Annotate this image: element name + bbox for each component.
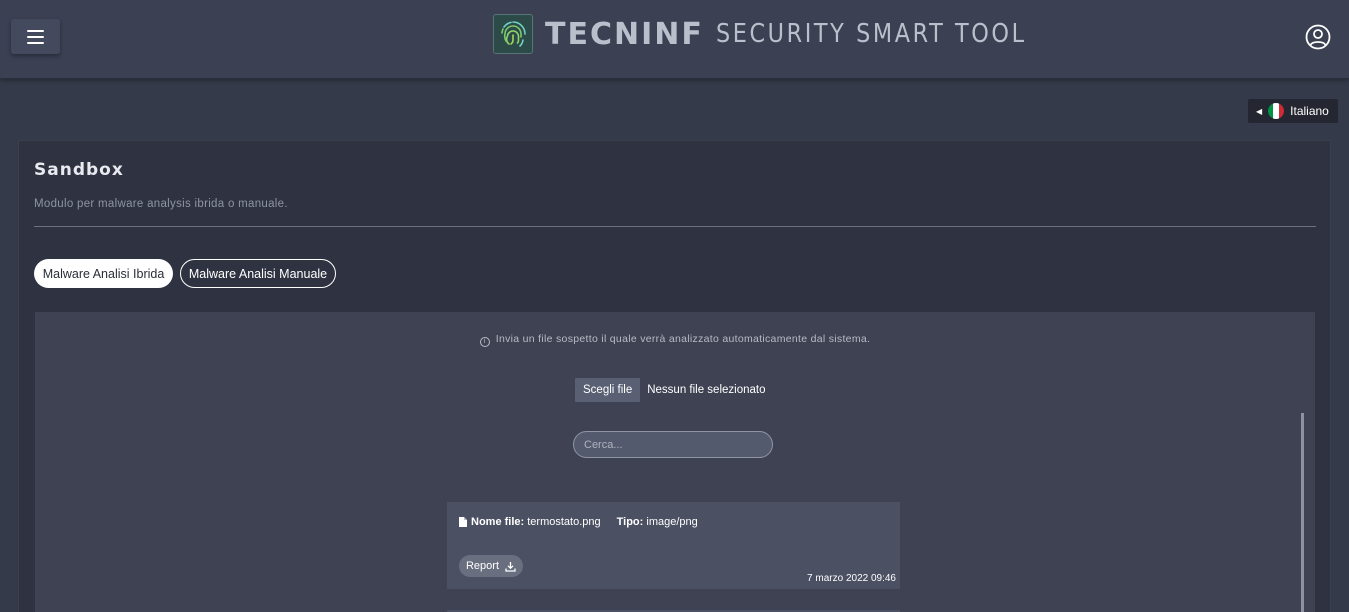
scrollbar[interactable]: [1301, 413, 1304, 612]
report-download-button[interactable]: Report: [459, 555, 523, 577]
fingerprint-icon: [493, 14, 533, 54]
tab-malware-analisi-ibrida[interactable]: Malware Analisi Ibrida: [34, 259, 173, 288]
page-subtitle: Modulo per malware analysis ibrida o man…: [34, 198, 288, 210]
user-circle-icon[interactable]: [1305, 24, 1331, 50]
file-status: Nessun file selezionato: [647, 384, 766, 396]
tab-malware-analisi-manuale[interactable]: Malware Analisi Manuale: [180, 259, 336, 288]
download-icon: [505, 561, 516, 572]
sandbox-card: Sandbox Modulo per malware analysis ibri…: [18, 140, 1331, 612]
language-selector[interactable]: ◀ Italiano: [1248, 99, 1338, 123]
file-picker: Scegli file Nessun file selezionato: [575, 378, 765, 402]
italy-flag-icon: [1268, 103, 1285, 119]
brand-name: TECNINF: [545, 16, 704, 52]
file-type-label: Tipo:: [616, 516, 644, 528]
choose-file-button[interactable]: Scegli file: [575, 378, 641, 402]
language-label: Italiano: [1290, 104, 1329, 118]
divider: [34, 226, 1316, 227]
hamburger-menu-icon: [27, 29, 44, 44]
file-result-card: Nome file: termostato.png Tipo: image/pn…: [447, 502, 900, 589]
file-name: termostato.png: [527, 516, 601, 528]
top-bar: TECNINF SECURITY SMART TOOL: [0, 0, 1349, 79]
file-info: Nome file: termostato.png Tipo: image/pn…: [459, 516, 698, 528]
file-icon: [459, 517, 467, 527]
report-label: Report: [465, 560, 500, 572]
brand: TECNINF SECURITY SMART TOOL: [493, 14, 1077, 54]
file-date: 7 marzo 2022 09:46: [807, 573, 896, 584]
upload-info-text: Invia un file sospetto il quale verrà an…: [495, 333, 871, 345]
upload-panel: i Invia un file sospetto il quale verrà a…: [35, 312, 1315, 612]
info-icon: i: [479, 337, 490, 347]
hamburger-menu-button[interactable]: [11, 19, 60, 54]
search-input[interactable]: [573, 431, 773, 458]
file-type: image/png: [646, 516, 698, 528]
brand-tagline: SECURITY SMART TOOL: [715, 19, 1027, 49]
file-name-label: Nome file:: [471, 516, 525, 528]
upload-info: i Invia un file sospetto il quale verrà a…: [35, 333, 1315, 347]
page-title: Sandbox: [34, 160, 124, 180]
caret-left-icon: ◀: [1256, 106, 1263, 116]
